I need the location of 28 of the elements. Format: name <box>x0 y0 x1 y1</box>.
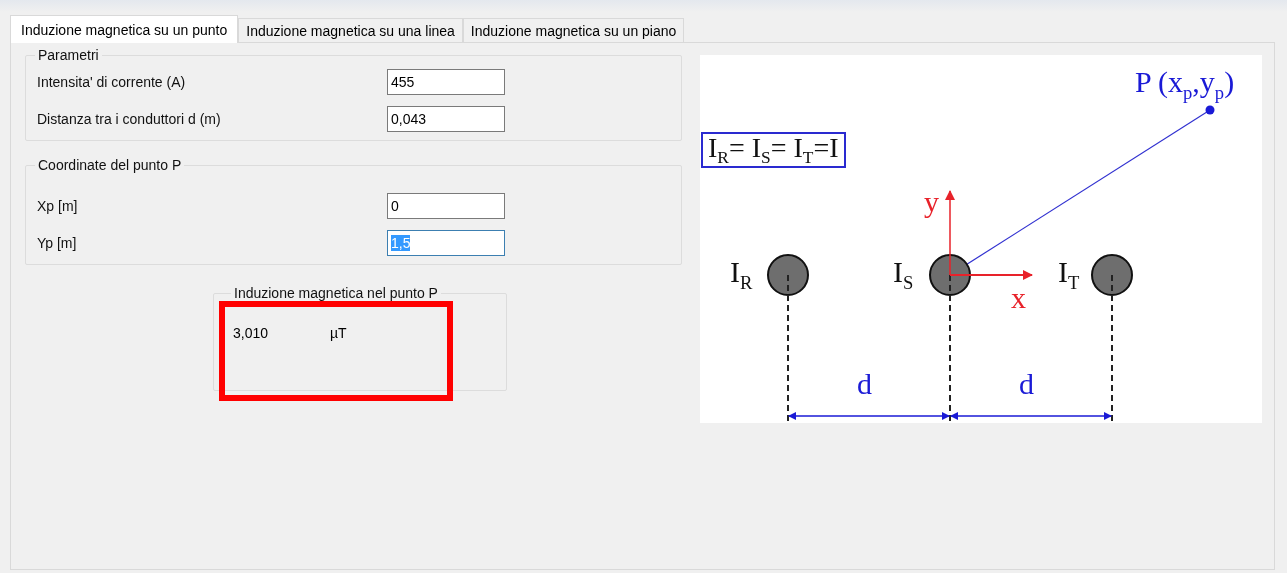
group-title: Coordinate del punto P <box>37 157 183 173</box>
point-marker <box>1205 105 1215 115</box>
tab[interactable]: Induzione magnetica su una linea <box>238 18 463 42</box>
input-field[interactable]: 455 <box>387 69 505 95</box>
tab[interactable]: Induzione magnetica su un punto <box>10 15 239 43</box>
field-label: Xp [m] <box>37 198 79 214</box>
axis-label: y <box>924 187 939 217</box>
field-label: Yp [m] <box>37 235 78 251</box>
field-label: Intensita' di corrente (A) <box>37 74 187 90</box>
tab[interactable]: Induzione magnetica su un piano <box>462 18 685 42</box>
field-label: Distanza tra i conduttori d (m) <box>37 111 222 127</box>
axis-label: x <box>1011 283 1026 313</box>
conductor-label: I$_{T}$ <box>1058 257 1080 293</box>
result-unit: µT <box>330 325 347 341</box>
input-field[interactable]: 0 <box>387 193 505 219</box>
conductor-circle <box>767 254 809 296</box>
conductor-label: I$_{S}$ <box>893 257 914 293</box>
conductor-circle <box>1091 254 1133 296</box>
group-title: Parametri <box>37 47 100 63</box>
group-title: Induzione magnetica nel punto P <box>233 285 439 301</box>
point-label: P (x$_{p}$,y$_{p}$) <box>1135 67 1235 103</box>
conductor-label: I$_{R}$ <box>730 257 753 293</box>
input-field[interactable]: 0,043 <box>387 106 505 132</box>
result-value: 3,010 <box>233 325 270 341</box>
spacing-label: d <box>1019 369 1034 399</box>
current-formula: I$_{R}$= I$_{S}$= I$_{T}$=I <box>701 132 846 169</box>
spacing-label: d <box>857 369 872 399</box>
conductor-circle <box>929 254 971 296</box>
